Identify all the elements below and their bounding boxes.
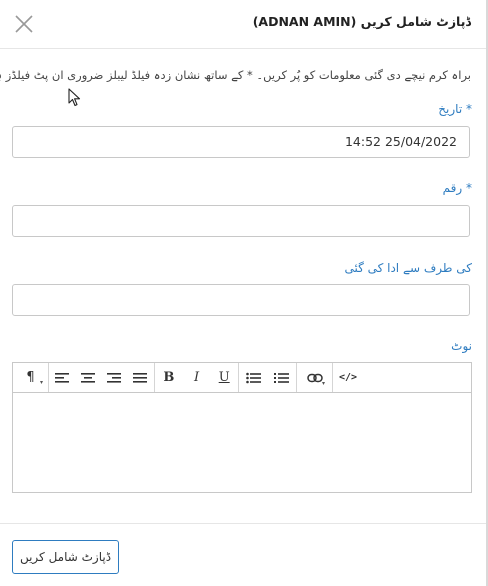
numbered-list-icon xyxy=(274,372,290,383)
add-deposit-button[interactable]: ڈپازٹ شامل کریں xyxy=(12,540,119,574)
date-field[interactable]: 14:52 25/04/2022 xyxy=(12,126,470,158)
note-editor: ¶ ▾ B I U ▾ </> xyxy=(12,362,472,493)
instructions-text: براہ کرم نیچے دی گئی معلومات کو پُر کریں… xyxy=(0,68,471,82)
italic-button[interactable]: I xyxy=(183,363,211,392)
align-right-button[interactable] xyxy=(101,363,127,392)
dropdown-caret-icon: ▾ xyxy=(39,379,43,386)
bold-button[interactable]: B xyxy=(155,363,183,392)
align-group xyxy=(49,363,155,392)
insert-link-button[interactable]: ▾ xyxy=(297,363,332,392)
code-view-button[interactable]: </> xyxy=(333,363,363,392)
paragraph-format-button[interactable]: ¶ ▾ xyxy=(13,363,48,392)
amount-field[interactable] xyxy=(12,205,470,237)
paragraph-group: ¶ ▾ xyxy=(13,363,49,392)
bullet-list-icon xyxy=(245,372,261,383)
date-value: 14:52 25/04/2022 xyxy=(344,134,457,149)
note-textarea[interactable] xyxy=(13,393,471,492)
paid-by-label: کی طرف سے ادا کی گئی xyxy=(344,261,472,275)
header-divider xyxy=(0,48,486,49)
align-center-icon xyxy=(81,372,95,383)
mouse-cursor-icon xyxy=(68,88,81,107)
dialog-title: ڈپازٹ شامل کریں (ADNAN AMIN) xyxy=(252,14,471,29)
list-group xyxy=(239,363,297,392)
link-group: ▾ xyxy=(297,363,333,392)
align-center-button[interactable] xyxy=(75,363,101,392)
paid-by-field[interactable] xyxy=(12,284,470,316)
code-group: </> xyxy=(333,363,363,392)
align-left-button[interactable] xyxy=(49,363,75,392)
date-label: * تاریخ xyxy=(438,102,472,116)
link-icon xyxy=(306,373,323,382)
paragraph-icon: ¶ xyxy=(26,370,35,385)
numbered-list-button[interactable] xyxy=(268,363,297,392)
note-label: نوٹ xyxy=(451,339,472,353)
align-justify-button[interactable] xyxy=(127,363,153,392)
close-button[interactable] xyxy=(13,13,35,35)
close-icon xyxy=(15,15,33,33)
align-justify-icon xyxy=(133,372,147,383)
bullet-list-button[interactable] xyxy=(239,363,268,392)
dropdown-caret-icon: ▾ xyxy=(321,380,325,387)
underline-button[interactable]: U xyxy=(210,363,238,392)
editor-toolbar: ¶ ▾ B I U ▾ </> xyxy=(13,363,471,393)
align-left-icon xyxy=(55,372,69,383)
text-style-group: B I U xyxy=(155,363,239,392)
footer-divider xyxy=(0,523,486,524)
amount-label: * رقم xyxy=(442,181,472,195)
align-right-icon xyxy=(107,372,121,383)
